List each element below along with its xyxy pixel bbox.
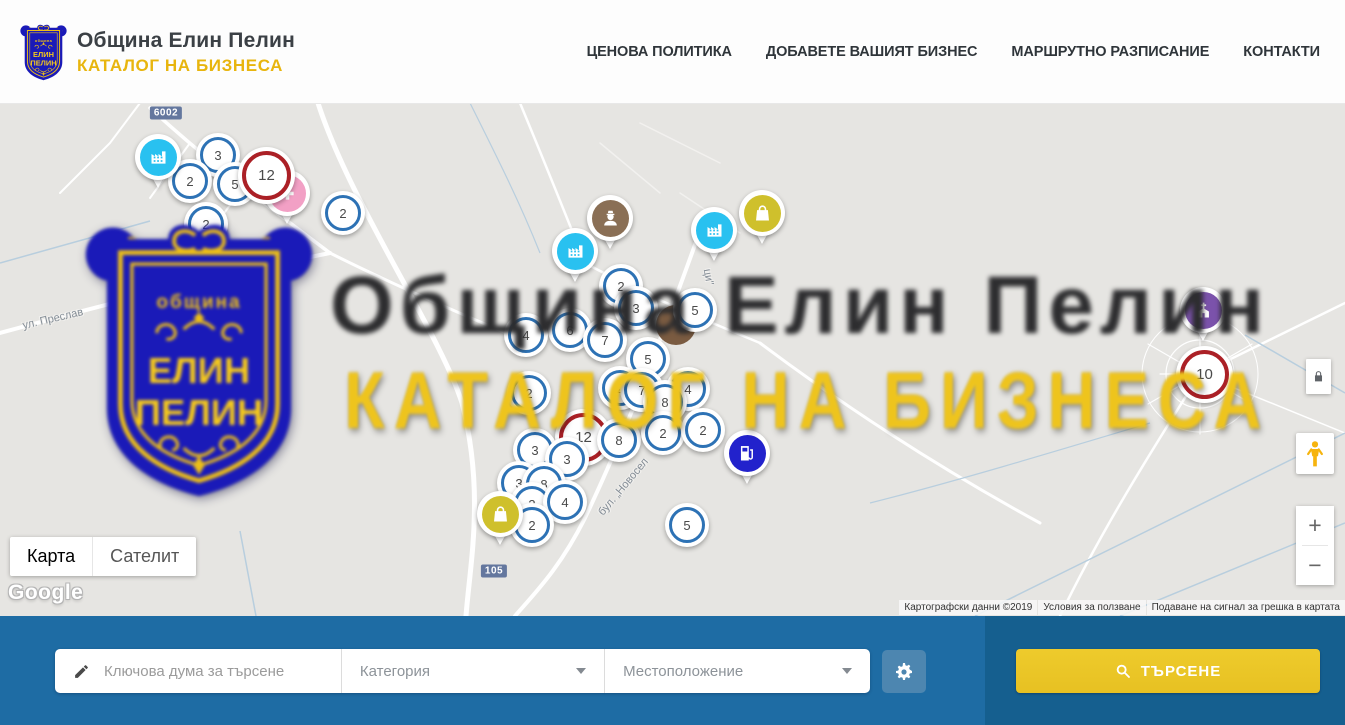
svg-text:община: община	[156, 292, 241, 313]
street-label: ул. Преслав	[21, 306, 84, 332]
main-nav: ЦЕНОВА ПОЛИТИКА ДОБАВЕТЕ ВАШИЯТ БИЗНЕС М…	[587, 0, 1320, 103]
google-logo[interactable]: Google	[8, 581, 83, 605]
search-input-group: Категория Местоположение	[55, 649, 870, 693]
site-logo-text: Община Елин Пелин КАТАЛОГ НА БИЗНЕСА	[77, 29, 295, 75]
map-pin-factory[interactable]	[135, 134, 181, 196]
map-pin-bag[interactable]	[477, 491, 523, 553]
map-pin-church[interactable]	[1180, 287, 1226, 349]
category-select[interactable]: Категория	[342, 649, 604, 693]
map-cluster-marker[interactable]: 2	[321, 191, 365, 235]
search-icon	[1115, 663, 1131, 679]
nav-price-policy[interactable]: ЦЕНОВА ПОЛИТИКА	[587, 44, 732, 60]
nav-add-business[interactable]: ДОБАВЕТЕ ВАШИЯТ БИЗНЕС	[766, 44, 978, 60]
page: община ЕЛИН ПЕЛИН Община Елин Пелин КАТА…	[0, 0, 1345, 725]
road-number-badge: 105	[481, 565, 507, 578]
map-cluster-marker[interactable]: 5	[673, 288, 717, 332]
map-cluster-marker[interactable]: 2	[184, 202, 228, 246]
site-title: Община Елин Пелин	[77, 29, 295, 53]
lock-button[interactable]	[1306, 359, 1331, 394]
location-select-value: Местоположение	[623, 663, 743, 680]
site-logo[interactable]: община ЕЛИН ПЕЛИН Община Елин Пелин КАТА…	[20, 22, 295, 82]
zoom-out-button[interactable]: −	[1296, 546, 1334, 585]
attribution-copyright: Картографски данни ©2019	[899, 600, 1037, 615]
nav-route-schedule[interactable]: МАРШРУТНО РАЗПИСАНИЕ	[1011, 44, 1209, 60]
pencil-icon	[73, 663, 90, 680]
pegman-icon	[1304, 440, 1326, 468]
search-button[interactable]: ТЪРСЕНЕ	[1016, 649, 1320, 693]
street-view-pegman-button[interactable]	[1296, 433, 1334, 474]
road-number-badge: 6002	[150, 107, 182, 120]
keyword-section	[55, 649, 341, 693]
map-cluster-marker[interactable]: 2	[681, 408, 725, 452]
nav-contacts[interactable]: КОНТАКТИ	[1243, 44, 1320, 60]
map-pin-bag[interactable]	[739, 190, 785, 252]
location-select[interactable]: Местоположение	[605, 649, 870, 693]
map-cluster-marker[interactable]: 8	[597, 418, 641, 462]
watermark-crest-icon: община ЕЛИН ПЕЛИН	[84, 212, 314, 504]
map-cluster-marker[interactable]: 3	[614, 286, 658, 330]
zoom-control: + −	[1296, 506, 1334, 585]
svg-text:ЕЛИН: ЕЛИН	[33, 50, 54, 59]
municipality-crest-icon: община ЕЛИН ПЕЛИН	[20, 22, 67, 82]
category-select-value: Категория	[360, 663, 430, 680]
map-pin-factory[interactable]	[691, 207, 737, 269]
map-cluster-marker[interactable]: 10	[1176, 346, 1233, 403]
site-header: община ЕЛИН ПЕЛИН Община Елин Пелин КАТА…	[0, 0, 1345, 104]
search-bar: Категория Местоположение ТЪРСЕНЕ	[0, 616, 1345, 725]
watermark-title: Община Елин Пелин	[330, 259, 1270, 353]
street-label: бул. „Новосел	[596, 456, 651, 518]
keyword-search-input[interactable]	[102, 662, 341, 681]
google-map[interactable]: 6002105ул. Преславбул. „Новоселци" 32512…	[0, 103, 1345, 616]
map-attribution: Картографски данни ©2019 Условия за полз…	[899, 600, 1345, 615]
map-cluster-marker[interactable]: 7	[583, 318, 627, 362]
settings-gear-button[interactable]	[882, 650, 926, 693]
map-cluster-marker[interactable]: 12	[238, 147, 295, 204]
lock-icon	[1312, 369, 1325, 384]
attribution-report-error-link[interactable]: Подаване на сигнал за грешка в картата	[1147, 600, 1345, 615]
watermark-subtitle: КАТАЛОГ НА БИЗНЕСА	[344, 355, 1270, 447]
svg-text:ПЕЛИН: ПЕЛИН	[135, 392, 263, 433]
map-cluster-marker[interactable]: 5	[665, 503, 709, 547]
map-type-map-button[interactable]: Карта	[10, 537, 93, 576]
svg-text:ПЕЛИН: ПЕЛИН	[30, 59, 56, 68]
chevron-down-icon	[576, 668, 586, 679]
zoom-in-button[interactable]: +	[1296, 506, 1334, 545]
map-cluster-marker[interactable]: 2	[641, 411, 685, 455]
svg-text:община: община	[35, 38, 53, 43]
map-cluster-marker[interactable]: 4	[504, 313, 548, 357]
svg-text:ЕЛИН: ЕЛИН	[148, 350, 250, 391]
map-type-control: Карта Сателит	[10, 537, 196, 576]
map-cluster-marker[interactable]: 2	[507, 371, 551, 415]
chevron-down-icon	[842, 668, 852, 679]
attribution-terms-link[interactable]: Условия за ползване	[1038, 600, 1145, 615]
map-pin-fuel[interactable]	[724, 430, 770, 492]
site-subtitle: КАТАЛОГ НА БИЗНЕСА	[77, 56, 295, 75]
map-type-satellite-button[interactable]: Сателит	[93, 537, 196, 576]
search-button-label: ТЪРСЕНЕ	[1141, 663, 1222, 680]
gear-icon	[894, 662, 914, 682]
map-pin-factory[interactable]	[552, 228, 598, 290]
